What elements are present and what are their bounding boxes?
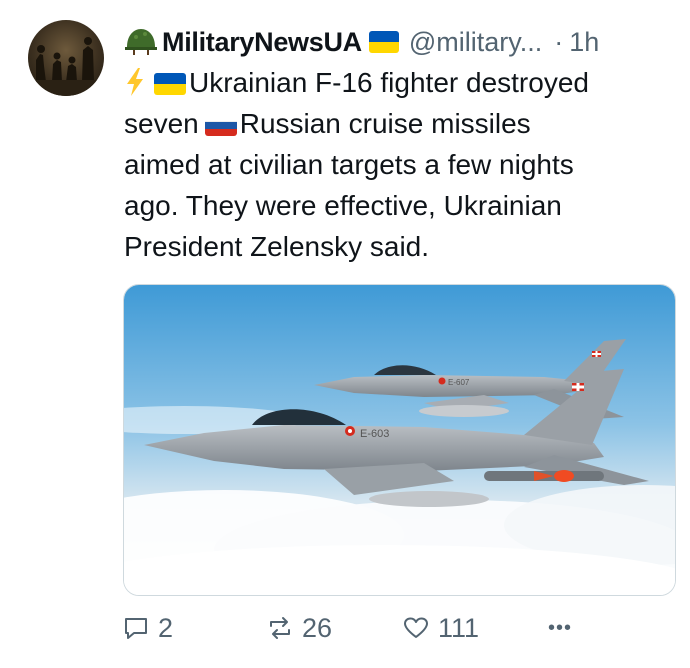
display-name[interactable]: MilitaryNewsUA [162, 27, 362, 58]
tweet-actions: 2 26 111 ••• [122, 608, 592, 648]
text-line-3: aimed at civilian targets a few nights [124, 149, 574, 180]
like-count: 111 [438, 612, 480, 643]
repost-button[interactable]: 26 [266, 608, 332, 648]
separator-dot: · [554, 26, 564, 57]
more-options-button[interactable]: ••• [548, 608, 572, 648]
reply-icon [125, 618, 147, 639]
text-line-1: Ukrainian F-16 fighter destroyed [124, 62, 676, 103]
soldiers-silhouette-icon [28, 37, 104, 96]
f16-jets-photo: E-607 E-603 [124, 285, 675, 595]
more-icon: ••• [548, 616, 573, 639]
timestamp[interactable]: 1h [569, 27, 599, 58]
text-line-2: seven Russian cruise missiles [124, 103, 676, 144]
repost-count: 26 [302, 612, 333, 643]
handle[interactable]: @military... [409, 27, 542, 58]
helmet-icon [125, 29, 157, 55]
heart-icon [404, 617, 428, 638]
like-button[interactable]: 111 [402, 608, 479, 648]
tweet-text: Ukrainian F-16 fighter destroyed seven R… [124, 62, 676, 267]
text-line-5: President Zelensky said. [124, 231, 430, 262]
text-segment: seven [124, 108, 199, 139]
text-line-4: ago. They were effective, Ukrainian [124, 190, 562, 221]
text-segment: Russian cruise missiles [239, 108, 531, 139]
ukraine-flag-icon [154, 73, 186, 95]
reply-count: 2 [158, 612, 174, 643]
reply-button[interactable]: 2 [122, 608, 173, 648]
tail-code-front: E-603 [360, 428, 389, 440]
repost-icon [270, 617, 290, 639]
tweet-header: MilitaryNewsUA @military... · 1h [124, 22, 676, 62]
avatar[interactable] [28, 20, 104, 96]
tweet-image[interactable]: E-607 E-603 [123, 284, 676, 596]
ukraine-flag-icon [368, 31, 399, 53]
russia-flag-icon [204, 114, 237, 136]
text-segment: Ukrainian F-16 fighter destroyed [189, 67, 589, 98]
lightning-icon [127, 68, 143, 96]
tail-code-back: E-607 [448, 378, 470, 387]
